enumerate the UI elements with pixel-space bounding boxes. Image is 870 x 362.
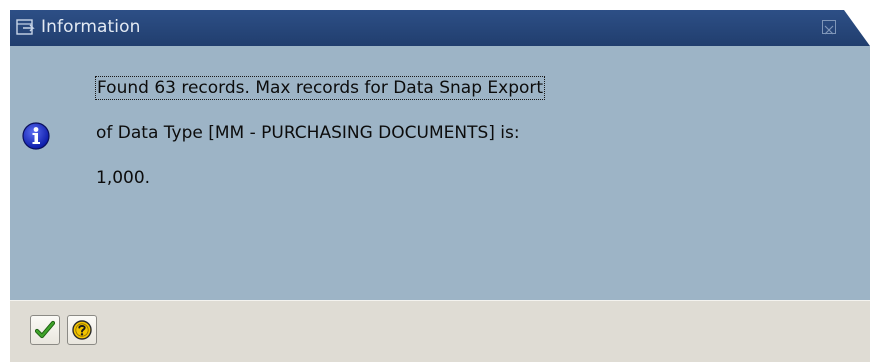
help-button[interactable]: [67, 315, 97, 345]
message-line: of Data Type [MM - PURCHASING DOCUMENTS]…: [96, 123, 520, 143]
message-line: Found 63 records. Max records for Data S…: [94, 76, 546, 100]
information-dialog: Information Found 63 records. Max record…: [10, 10, 870, 362]
checkmark-icon: [35, 320, 55, 339]
dialog-window-icon: [16, 19, 36, 37]
help-question-icon: [72, 320, 92, 340]
info-icon: [22, 122, 50, 150]
dialog-content: Found 63 records. Max records for Data S…: [10, 46, 870, 300]
title-bar-corner: [844, 10, 870, 46]
dialog-button-bar: [10, 300, 870, 362]
close-icon: [824, 25, 834, 35]
message-line: 1,000.: [96, 168, 151, 188]
close-button[interactable]: [822, 20, 836, 35]
dialog-title: Information: [41, 17, 141, 37]
continue-button[interactable]: [30, 315, 60, 345]
dialog-title-bar[interactable]: Information: [10, 10, 870, 46]
